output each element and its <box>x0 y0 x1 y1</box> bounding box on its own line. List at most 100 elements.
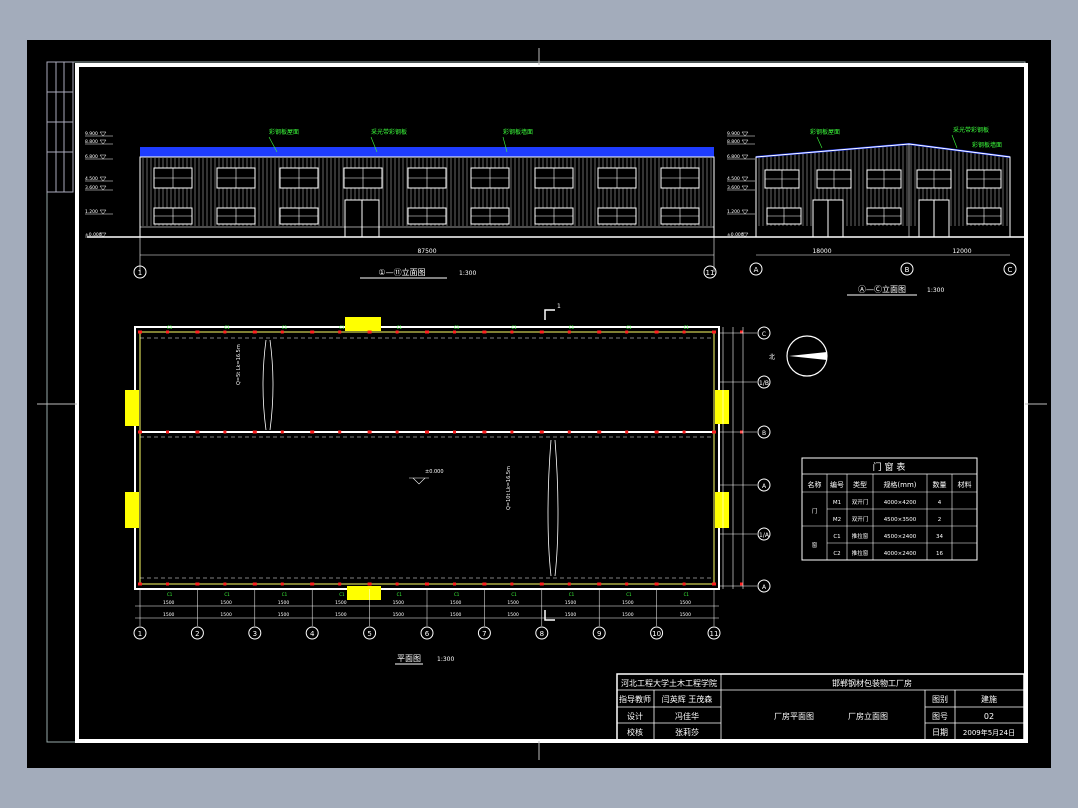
window-label: C1 <box>397 592 403 597</box>
elevation-1-roof <box>140 147 714 157</box>
schedule-cell: 4000×4200 <box>884 500 917 506</box>
bay-dimension: 1500 <box>393 600 405 606</box>
schedule-cell: C2 <box>833 551 840 557</box>
elevation-2-title: Ⓐ—Ⓒ立面图 <box>858 284 906 294</box>
plan-column-axis: 10 <box>652 630 661 638</box>
title-checker-label: 校核 <box>627 727 643 737</box>
elevation-2-axis: A <box>754 266 759 274</box>
window-label: C1 <box>626 592 632 597</box>
title-designer-label: 设计 <box>627 711 643 721</box>
plan-door-left-2 <box>125 492 139 528</box>
schedule-cell: 双开门 <box>852 498 869 506</box>
schedule-cell: 16 <box>936 551 943 557</box>
plan-column-axis: 4 <box>310 630 315 638</box>
level-mark: 4.500 <box>727 176 740 182</box>
plan-column-axis: 1 <box>138 630 142 638</box>
plan-column-axis: 9 <box>597 630 601 638</box>
schedule-cell: 4500×2400 <box>884 534 917 540</box>
plan-column-axis: 11 <box>710 630 719 638</box>
plan-inner-wall <box>139 331 715 585</box>
elevation-2-dimension-right: 12000 <box>952 248 971 255</box>
bay-dimension: 1500 <box>335 600 347 606</box>
plan-row-axis: C <box>762 331 766 338</box>
window-label: C1 <box>397 325 403 330</box>
title-number: 02 <box>984 712 994 721</box>
schedule-cell: 34 <box>936 534 943 540</box>
schedule-header: 规格(mm) <box>883 480 916 489</box>
elevation-1-wall-label: 彩钢板墙面 <box>503 128 533 136</box>
level-mark: 8.800 <box>727 139 740 145</box>
level-mark: ±0.000 <box>727 232 744 238</box>
schedule-cell: 4 <box>938 500 942 506</box>
plan-column-axis: 7 <box>482 630 486 638</box>
title-block: 河北工程大学土木工程学院 邯郸钢材包装物工厂房 指导教师 闫英辉 王茂森 设计 … <box>616 673 1025 741</box>
window-label: C1 <box>511 592 517 597</box>
schedule-title: 门 窗 表 <box>873 461 906 473</box>
door-window-schedule: 门 窗 表 名称 编号 类型 规格(mm) 数量 材料门 M1 双开门 4000×4200 4 M2… <box>801 457 978 561</box>
elevation-2-dimension-left: 18000 <box>812 248 831 255</box>
bay-dimension: 1500 <box>507 600 519 606</box>
elevation-1-roof-label: 彩钢板屋面 <box>269 128 299 136</box>
schedule-cell: 4500×3500 <box>884 517 917 523</box>
window-label: C1 <box>511 325 517 330</box>
elevation-1-axis-end: 11 <box>706 269 715 277</box>
plan-row-axis: 1/B <box>759 380 769 387</box>
window-label: C1 <box>454 592 460 597</box>
north-arrow-icon: 北 <box>769 335 828 377</box>
schedule-cell: M1 <box>833 500 841 506</box>
crane-symbol-2 <box>547 439 559 577</box>
level-mark: 4.500 <box>85 176 98 182</box>
bay-dimension: 1500 <box>680 612 692 618</box>
window-label: C1 <box>282 592 288 597</box>
plan-column-axis: 3 <box>253 630 257 638</box>
title-advisor-label: 指导教师 <box>619 694 651 704</box>
level-mark: 1.200 <box>727 209 740 215</box>
plan-door-bottom <box>347 586 381 600</box>
schedule-header: 数量 <box>933 480 947 489</box>
elevation-2-axis: B <box>905 266 910 274</box>
schedule-cell: C1 <box>833 534 840 540</box>
level-mark: 1.200 <box>85 209 98 215</box>
level-mark: 9.900 <box>727 131 740 137</box>
level-mark: 3.600 <box>85 185 98 191</box>
plan-row-axis: A <box>762 483 767 490</box>
floor-plan: Q=5t Lk=16.5m Q=10t Lk=16.5m ±0.000 C1C1… <box>125 303 771 665</box>
svg-text:北: 北 <box>769 353 775 361</box>
title-drawing-name-1: 厂房平面图 <box>774 711 814 721</box>
plan-column-axis: 8 <box>540 630 544 638</box>
drawing-sheet: 87500 1 11 ①—⑪立面图 1:300 彩钢板屋面 采光带彩钢板 彩钢板… <box>27 40 1051 768</box>
title-category: 建施 <box>981 694 997 704</box>
title-advisors: 闫英辉 王茂森 <box>662 694 713 704</box>
schedule-header: 名称 <box>808 480 822 489</box>
crane-symbol-1 <box>262 339 274 431</box>
bay-dimension: 1500 <box>278 600 290 606</box>
plan-row-axis: B <box>762 430 766 437</box>
elevation-2-roof-label: 彩钢板屋面 <box>810 128 840 136</box>
plan-door-left-1 <box>125 390 139 426</box>
schedule-cell: 2 <box>938 517 942 523</box>
inner-frame <box>75 63 1028 743</box>
title-number-label: 图号 <box>932 712 948 721</box>
bay-dimension: 1500 <box>450 600 462 606</box>
bay-dimension: 1500 <box>565 600 577 606</box>
level-mark: 8.800 <box>85 139 98 145</box>
bay-dimension: 1500 <box>622 600 634 606</box>
bay-dimension: 1500 <box>220 612 232 618</box>
title-drawing-name-2: 厂房立面图 <box>848 711 888 721</box>
elevation-a-to-c: 18000 12000 A B C Ⓐ—Ⓒ立面图 1:300 彩钢板屋面 采光带彩钢… <box>727 126 1025 296</box>
plan-column-axis: 6 <box>425 630 430 638</box>
bay-dimension: 1500 <box>163 612 175 618</box>
level-mark: 3.600 <box>727 185 740 191</box>
plan-scale: 1:300 <box>437 656 454 663</box>
window-label: C1 <box>684 592 690 597</box>
title-school: 河北工程大学土木工程学院 <box>621 678 717 688</box>
title-date: 2009年5月24日 <box>963 728 1015 737</box>
elevation-2-skylight-label: 采光带彩钢板 <box>953 126 989 134</box>
crane-label-1: Q=5t Lk=16.5m <box>236 344 242 385</box>
level-mark: 9.900 <box>85 131 98 137</box>
bay-dimension: 1500 <box>220 600 232 606</box>
plan-column-axis: 2 <box>195 630 199 638</box>
bay-dimension: 1500 <box>393 612 405 618</box>
elevation-1-plinth <box>139 226 715 238</box>
plan-column-axis: 5 <box>367 630 371 638</box>
